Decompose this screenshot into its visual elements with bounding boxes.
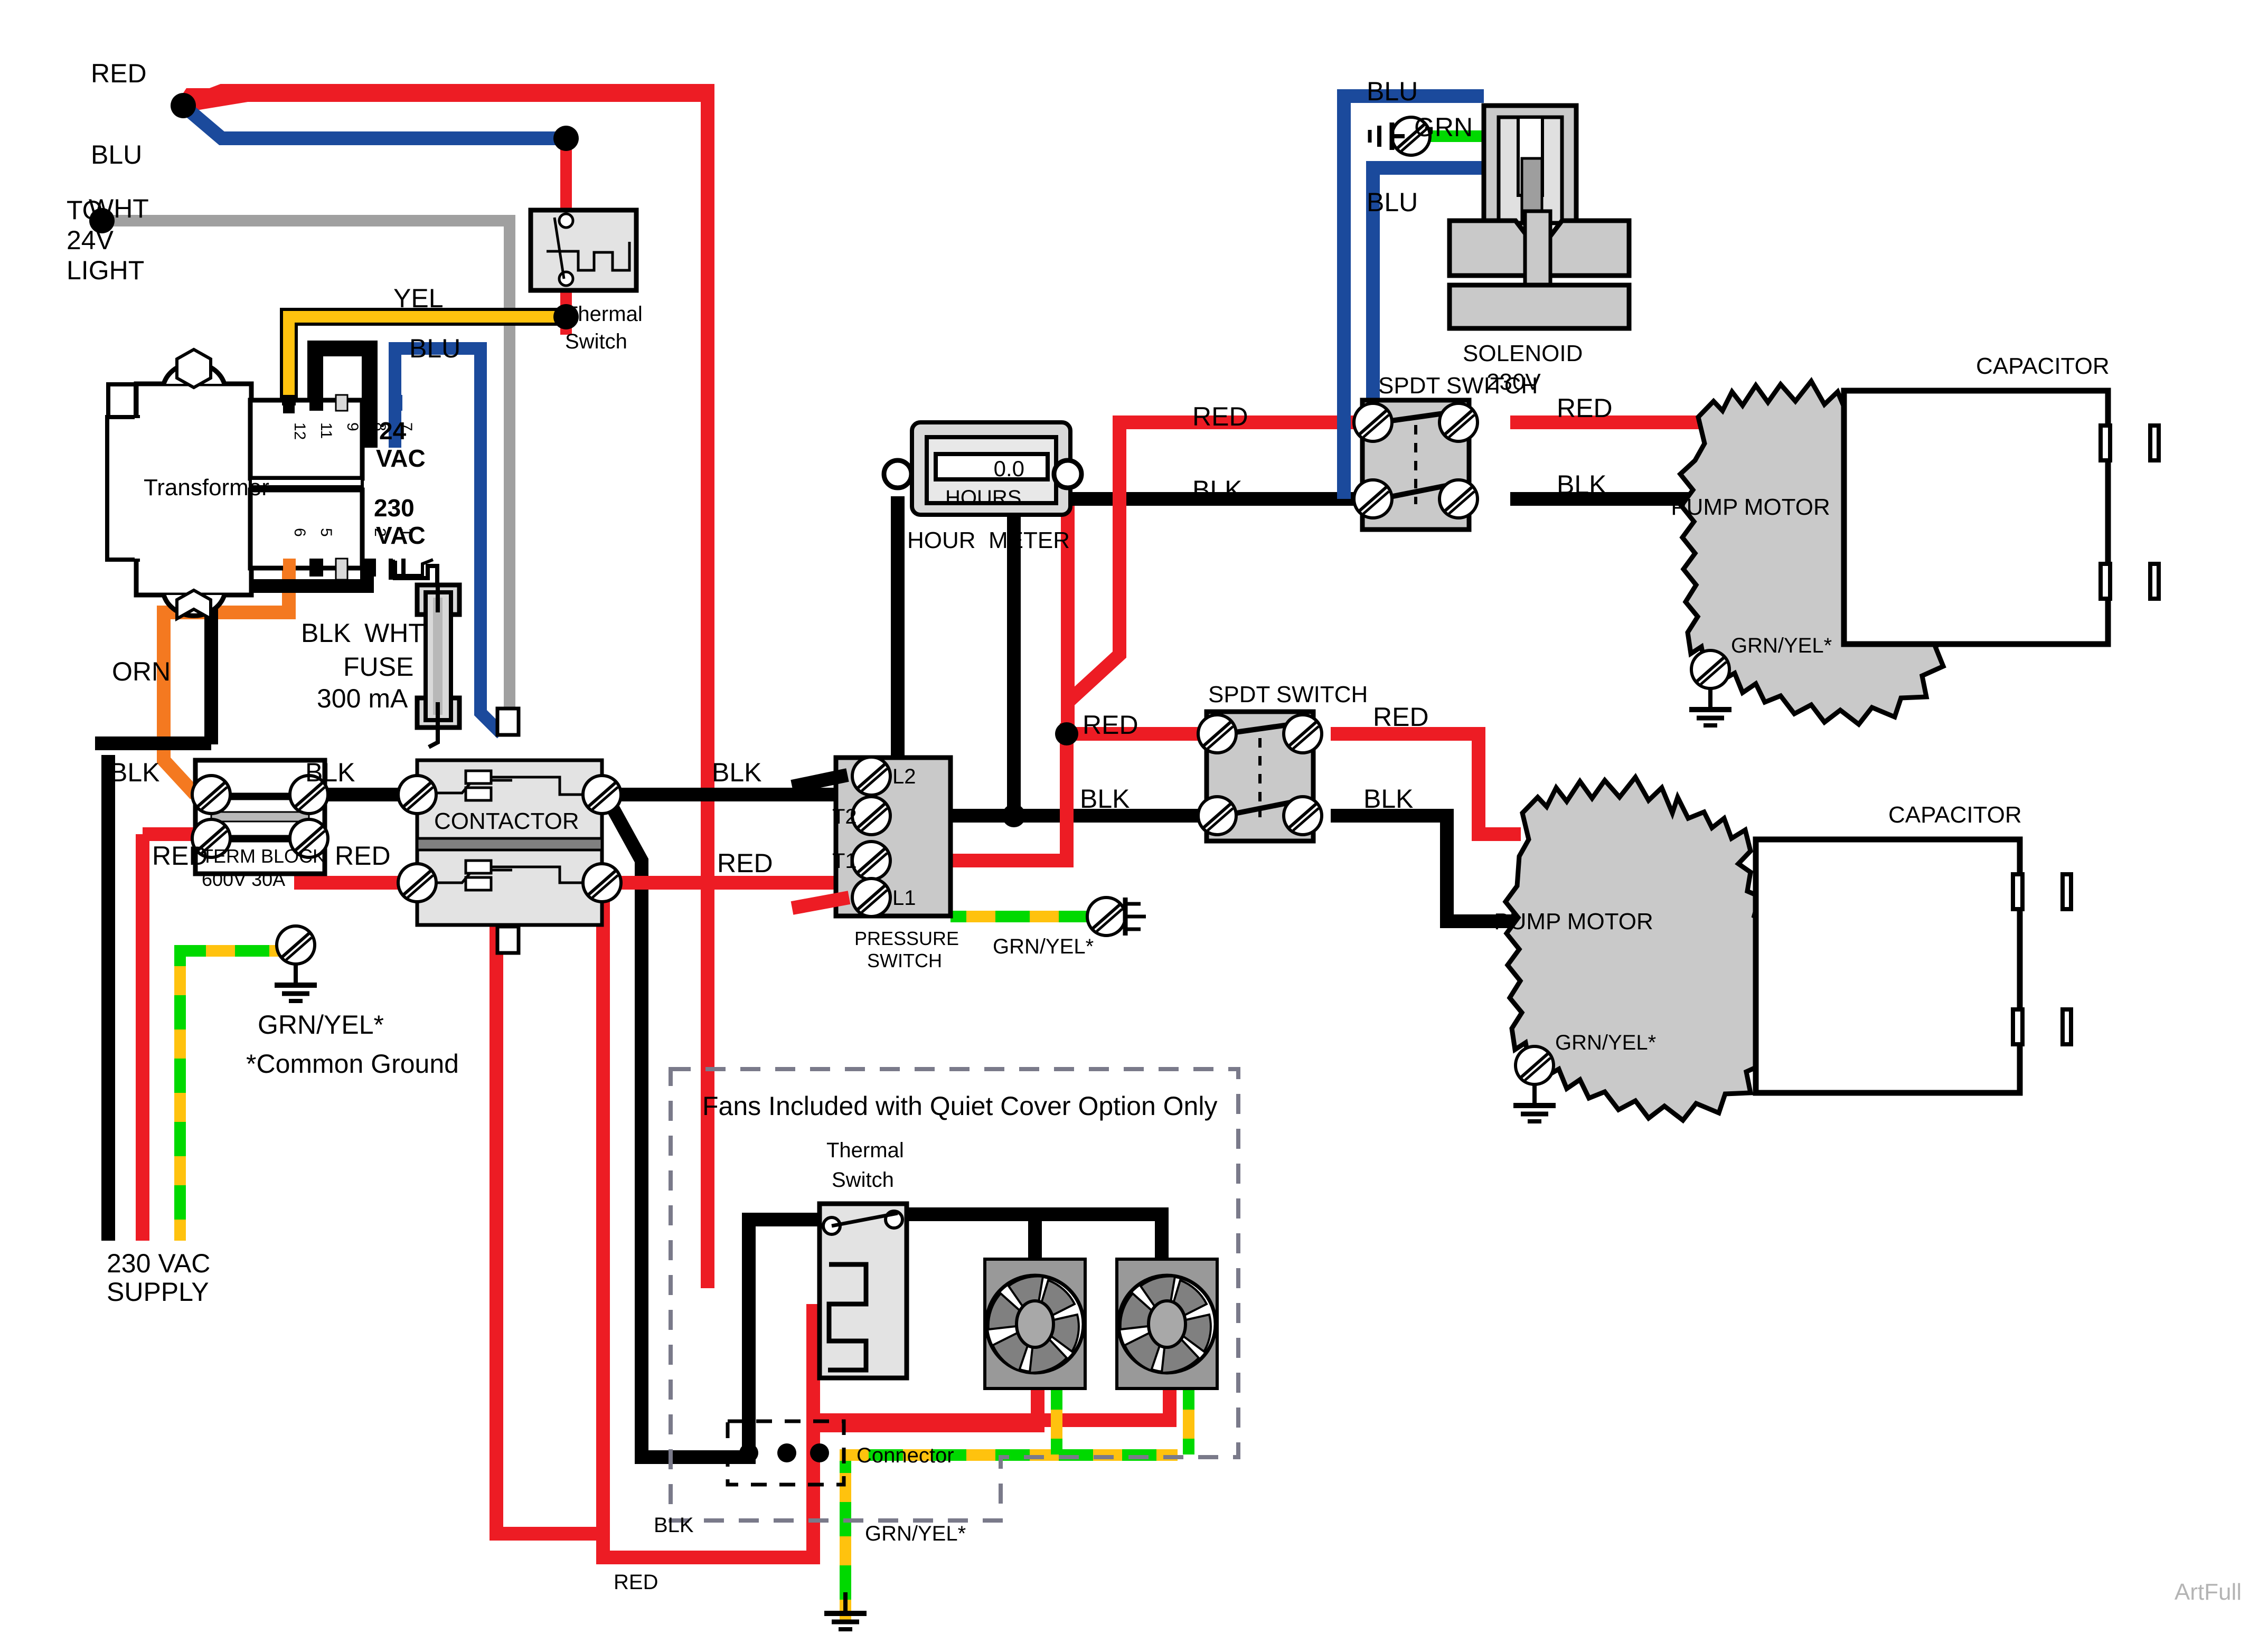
thermal-switch-top[interactable] (528, 207, 639, 293)
label-blk-ps-bus: BLK (1080, 784, 1130, 814)
ground-symbol-left (275, 926, 317, 1001)
label-orn: ORN (112, 657, 171, 686)
label-grn-solenoid: GRN (1414, 112, 1473, 142)
label-contactor: CONTACTOR (434, 808, 579, 834)
xfmr-terminal-1: 1 (398, 528, 415, 537)
capacitor-bottom-label: CAPACITOR (1888, 802, 2022, 828)
ground-symbol-fanbox (824, 1592, 867, 1629)
label-blk-termblock-out: BLK (305, 758, 355, 787)
label-grnyel-left: GRN/YEL* (258, 1010, 384, 1040)
xfmr-terminal-9: 9 (344, 422, 361, 431)
capacitor-top (1841, 388, 2161, 647)
label-230: 230 (374, 494, 415, 522)
label-blk-contactor-out: BLK (712, 758, 762, 787)
pump-motor-top-label: PUMP MOTOR (1671, 494, 1830, 520)
label-blk-termblock-in: BLK (110, 758, 160, 787)
label-wht-top: WHT (89, 194, 149, 223)
wire-blk-contactor-to-ps (607, 788, 870, 813)
label-red-top: RED (91, 59, 147, 88)
xfmr-terminal-8: 8 (371, 422, 389, 431)
label-term-block-2: 600V 30A (202, 868, 285, 890)
label-red-spdt1-in: RED (1192, 402, 1248, 431)
label-grnyel-motor-bottom: GRN/YEL* (1555, 1031, 1656, 1054)
label-light: LIGHT (67, 256, 144, 285)
xfmr-terminal-5: 5 (317, 528, 335, 537)
label-blu-solenoid-top: BLU (1367, 77, 1418, 106)
label-term-block-1: TERM BLOCK (202, 845, 325, 867)
watermark: ArtFull (2175, 1579, 2242, 1605)
label-fuse-1: FUSE (343, 652, 413, 682)
label-blu-xfmr: BLU (409, 334, 460, 363)
label-yel: YEL (393, 284, 444, 313)
capacitor-top-label: CAPACITOR (1976, 353, 2110, 379)
fan-left (983, 1258, 1087, 1390)
wire-red-contactor-coil (490, 927, 603, 1541)
fan-right (1115, 1258, 1219, 1390)
label-blk-fanbox: BLK (654, 1514, 694, 1537)
fuse (415, 582, 462, 749)
label-grnyel-ps: GRN/YEL* (993, 935, 1094, 958)
pump-motor-bottom-label: PUMP MOTOR (1494, 909, 1653, 934)
xfmr-terminal-11: 11 (317, 422, 335, 439)
thermal-switch-fan[interactable] (817, 1201, 909, 1381)
solenoid-title-1: SOLENOID (1463, 341, 1583, 366)
connector-label: Connector (857, 1444, 954, 1467)
spdt-switch-bottom[interactable] (1198, 709, 1322, 844)
label-blk-spdt1-in: BLK (1192, 475, 1243, 505)
label-supply-1: 230 VAC (107, 1249, 210, 1278)
ps-title-1: PRESSURE (854, 928, 959, 949)
wire-blk-contactor-down (601, 795, 756, 1464)
label-blk-spdt1-out: BLK (1557, 470, 1607, 499)
label-red-spdt2-out: RED (1373, 702, 1429, 732)
label-red-termblock-out: RED (335, 841, 391, 871)
label-thermal-switch-2: Switch (565, 330, 627, 353)
hour-meter-caption-b: METER (989, 527, 1070, 553)
hour-meter-value: 0.0 (994, 456, 1024, 481)
ps-terminal-l2: L2 (892, 765, 916, 788)
capacitor-bottom (1753, 836, 2073, 1096)
label-24vac: VAC (376, 445, 426, 472)
hour-meter-unit: HOURS (945, 486, 1021, 509)
label-fuse-2: 300 mA (317, 684, 408, 713)
ground-symbol-motor-bottom (1513, 1046, 1556, 1121)
ps-terminal-l1: L1 (892, 886, 916, 910)
label-grnyel-fanbox: GRN/YEL* (865, 1522, 966, 1545)
label-blu-top: BLU (91, 140, 142, 169)
wire-ground-pressure-switch (951, 911, 1104, 922)
label-red-ps-bus: RED (1083, 710, 1138, 740)
solenoid-title-2: 230V (1486, 369, 1541, 395)
label-24v: 24V (67, 225, 114, 255)
fan-thermal-switch-1: Thermal (826, 1139, 904, 1162)
ps-terminal-t1: T1 (832, 849, 857, 873)
label-transformer: Transformer (144, 475, 269, 500)
xfmr-terminal-2: 2 (371, 528, 389, 537)
hour-meter-caption-a: HOUR (907, 527, 976, 553)
label-red-fanbox: RED (614, 1571, 658, 1594)
xfmr-terminal-7: 7 (398, 422, 415, 431)
label-red-contactor-out: RED (717, 848, 773, 878)
label-wht-fuse: WHT (364, 618, 425, 648)
label-blu-solenoid-bottom: BLU (1367, 187, 1418, 217)
ground-symbol-motor-top (1689, 650, 1731, 725)
fan-box-title: Fans Included with Quiet Cover Option On… (702, 1091, 1217, 1121)
xfmr-terminal-6: 6 (291, 528, 308, 537)
label-common-ground: *Common Ground (246, 1049, 459, 1079)
ground-symbol-pressure-switch (1087, 898, 1146, 936)
label-red-spdt1-out: RED (1557, 393, 1613, 423)
wiring-diagram-canvas: RED BLU TO 24V LIGHT WHT YEL BLU Thermal… (0, 0, 2268, 1634)
ps-title-2: SWITCH (867, 950, 942, 971)
label-blk-spdt2-out: BLK (1363, 784, 1414, 814)
spdt-switch-top[interactable] (1354, 398, 1478, 532)
wire-blu-top (178, 100, 566, 145)
wire-supply-ground (174, 945, 296, 1241)
spdt-bottom-title: SPDT SWITCH (1208, 682, 1368, 707)
label-thermal-switch-1: Thermal (565, 303, 643, 326)
label-blk-fuse: BLK (301, 618, 351, 648)
xfmr-terminal-12: 12 (291, 422, 308, 440)
label-grnyel-motor-top: GRN/YEL* (1731, 634, 1832, 657)
label-red-termblock-in: RED (152, 841, 208, 871)
label-supply-2: SUPPLY (107, 1277, 209, 1307)
ps-terminal-t2: T2 (832, 805, 857, 828)
fan-thermal-switch-2: Switch (832, 1168, 894, 1192)
